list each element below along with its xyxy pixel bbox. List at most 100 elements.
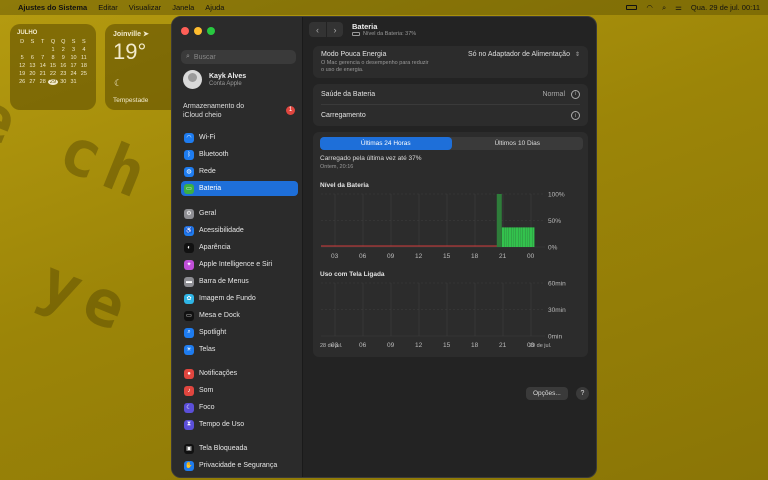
tab-24-hours[interactable]: Últimas 24 Horas (320, 137, 452, 150)
toolbar: ‹ › Bateria Nível da Bateria: 37% (303, 17, 596, 42)
options-button[interactable]: Opções... (526, 387, 568, 400)
calendar-day: 31 (70, 79, 77, 85)
x-tick-label: 18 (471, 253, 479, 260)
zoom-button[interactable] (207, 27, 215, 35)
calendar-day (79, 79, 89, 85)
sidebar-item-rede[interactable]: ◍ Rede (181, 164, 298, 179)
calendar-day: 21 (39, 71, 46, 77)
menu-app-name[interactable]: Ajustes do Sistema (18, 3, 87, 12)
x-tick-label: 09 (387, 253, 395, 260)
calendar-day: 11 (80, 55, 87, 61)
sidebar-item-telas[interactable]: ☀ Telas (181, 342, 298, 357)
calendar-day: 28 (39, 79, 46, 85)
moon-storm-icon: ☾ (114, 78, 123, 88)
sidebar-item-label: Bluetooth (199, 151, 229, 158)
search-icon: ⌕ (186, 53, 190, 60)
location-arrow-icon: ➤ (142, 31, 149, 38)
wallpaper-icon: ✿ (184, 293, 194, 304)
sidebar-item-imagem-de-fundo[interactable]: ✿ Imagem de Fundo (181, 291, 298, 306)
sidebar-item-foco[interactable]: ☾ Foco (181, 400, 298, 415)
low-power-select[interactable]: Só no Adaptador de Alimentação ⇕ (468, 51, 580, 58)
low-power-card: Modo Pouca Energia O Mac gerencia o dese… (313, 46, 588, 78)
weekday-label: Q (61, 39, 66, 45)
sidebar-item-label: Aparência (199, 244, 231, 251)
help-button[interactable]: ? (576, 387, 589, 400)
calendar-day: 17 (70, 63, 77, 69)
wifi-icon: ◠ (184, 132, 194, 143)
health-label: Saúde da Bateria (321, 90, 376, 98)
menu-visualizar[interactable]: Visualizar (129, 3, 161, 12)
x-tick-label: 21 (499, 253, 507, 260)
x-tick-label: 15 (443, 253, 451, 260)
calendar-day: 15 (49, 63, 57, 69)
close-button[interactable] (181, 27, 189, 35)
sidebar-item-bluetooth[interactable]: ᛒ Bluetooth (181, 147, 298, 162)
sidebar-item-acessibilidade[interactable]: ♿ Acessibilidade (181, 223, 298, 238)
calendar-day: 5 (20, 55, 24, 61)
sidebar-item-mesa-e-dock[interactable]: ▭ Mesa e Dock (181, 308, 298, 323)
battery-level-bar (522, 227, 526, 247)
hourglass-icon: ⧗ (184, 419, 194, 430)
weekday-label: D (20, 39, 25, 45)
weekday-label: S (30, 39, 35, 45)
sidebar-item-som[interactable]: ♪ Som (181, 383, 298, 398)
sidebar-item-privacidade-e-seguran-a[interactable]: ✋ Privacidade e Segurança (181, 458, 298, 473)
sidebar-item-bateria[interactable]: ▭ Bateria (181, 181, 298, 196)
sidebar-item-tempo-de-uso[interactable]: ⧗ Tempo de Uso (181, 417, 298, 432)
menu-ajuda[interactable]: Ajuda (205, 3, 224, 12)
chevron-left-icon: ‹ (316, 24, 319, 35)
health-info-icon[interactable]: i (571, 89, 580, 99)
sidebar-item-barra-de-menus[interactable]: ▬ Barra de Menus (181, 274, 298, 289)
back-button[interactable]: ‹ (309, 22, 326, 37)
search-input[interactable]: ⌕ Buscar (181, 50, 296, 64)
menu-datetime[interactable]: Qua. 29 de jul. 00:11 (691, 3, 760, 12)
sidebar-item-spotlight[interactable]: ⌕ Spotlight (181, 325, 298, 340)
low-power-desc-line2: o uso de energia. (321, 66, 364, 73)
wifi-status-icon[interactable]: ◠ (646, 3, 653, 12)
sidebar-item-apple-intelligence-e-siri[interactable]: ✦ Apple Intelligence e Siri (181, 257, 298, 272)
minimize-button[interactable] (194, 27, 202, 35)
sidebar-item-label: Notificações (199, 370, 238, 377)
battery-chart-title: Nível da Bateria (320, 182, 369, 189)
calendar-day: 1 (51, 47, 55, 53)
sidebar-item-wi-fi[interactable]: ◠ Wi-Fi (181, 130, 298, 145)
icloud-storage-alert[interactable]: Armazenamento do iCloud cheio 1 (183, 102, 295, 120)
charging-info-icon[interactable]: i (571, 111, 580, 120)
calendar-widget[interactable]: JULHO D S T Q Q S S 1 2 3 4 5 6 7 8 9 10 11 12 13 14 15 16 17 18… (10, 24, 96, 110)
sidebar-item-geral[interactable]: ⚙ Geral (181, 206, 298, 221)
forward-button[interactable]: › (326, 22, 343, 37)
menu-editar[interactable]: Editar (98, 3, 118, 12)
calendar-day: 19 (19, 71, 26, 77)
x-tick-label: 00 (527, 253, 535, 260)
sidebar-item-label: Apple Intelligence e Siri (199, 261, 273, 268)
focus-icon: ☾ (184, 402, 194, 413)
control-center-icon[interactable]: ⚌ (675, 3, 682, 12)
sidebar-item-label: Mesa e Dock (199, 312, 240, 319)
date-left: 28 de jul. (320, 343, 343, 349)
calendar-day: 2 (61, 47, 65, 53)
battery-level-icon (352, 32, 360, 36)
x-tick-label: 18 (471, 342, 479, 349)
main-panel: ‹ › Bateria Nível da Bateria: 37% Modo P… (303, 17, 596, 477)
calendar-day: 9 (61, 55, 65, 61)
x-tick-label: 06 (359, 342, 367, 349)
menu-janela[interactable]: Janela (172, 3, 194, 12)
x-tick-label: 06 (359, 253, 367, 260)
calendar-day (27, 47, 37, 53)
apple-account[interactable]: Kayk Alves Conta Apple (183, 70, 246, 89)
battery-level-bar (501, 227, 505, 247)
battery-level-bar (529, 227, 533, 247)
calendar-day: 14 (39, 63, 46, 69)
sidebar-item-notifica-es[interactable]: ● Notificações (181, 366, 298, 381)
calendar-day: 13 (29, 63, 36, 69)
battery-status-icon[interactable] (626, 5, 638, 10)
sidebar-item-tela-bloqueada[interactable]: ▣ Tela Bloqueada (181, 441, 298, 456)
search-status-icon[interactable]: ⌕ (662, 3, 666, 13)
sidebar-item-apar-ncia[interactable]: ◐ Aparência (181, 240, 298, 255)
battery-level-bar (515, 227, 519, 247)
date-right: 29 de jul. (529, 343, 552, 349)
chevron-right-icon: › (333, 24, 337, 35)
tab-10-days[interactable]: Últimos 10 Dias (452, 137, 584, 150)
icloud-line1: Armazenamento do (183, 103, 245, 110)
calendar-day: 29 (47, 79, 59, 85)
